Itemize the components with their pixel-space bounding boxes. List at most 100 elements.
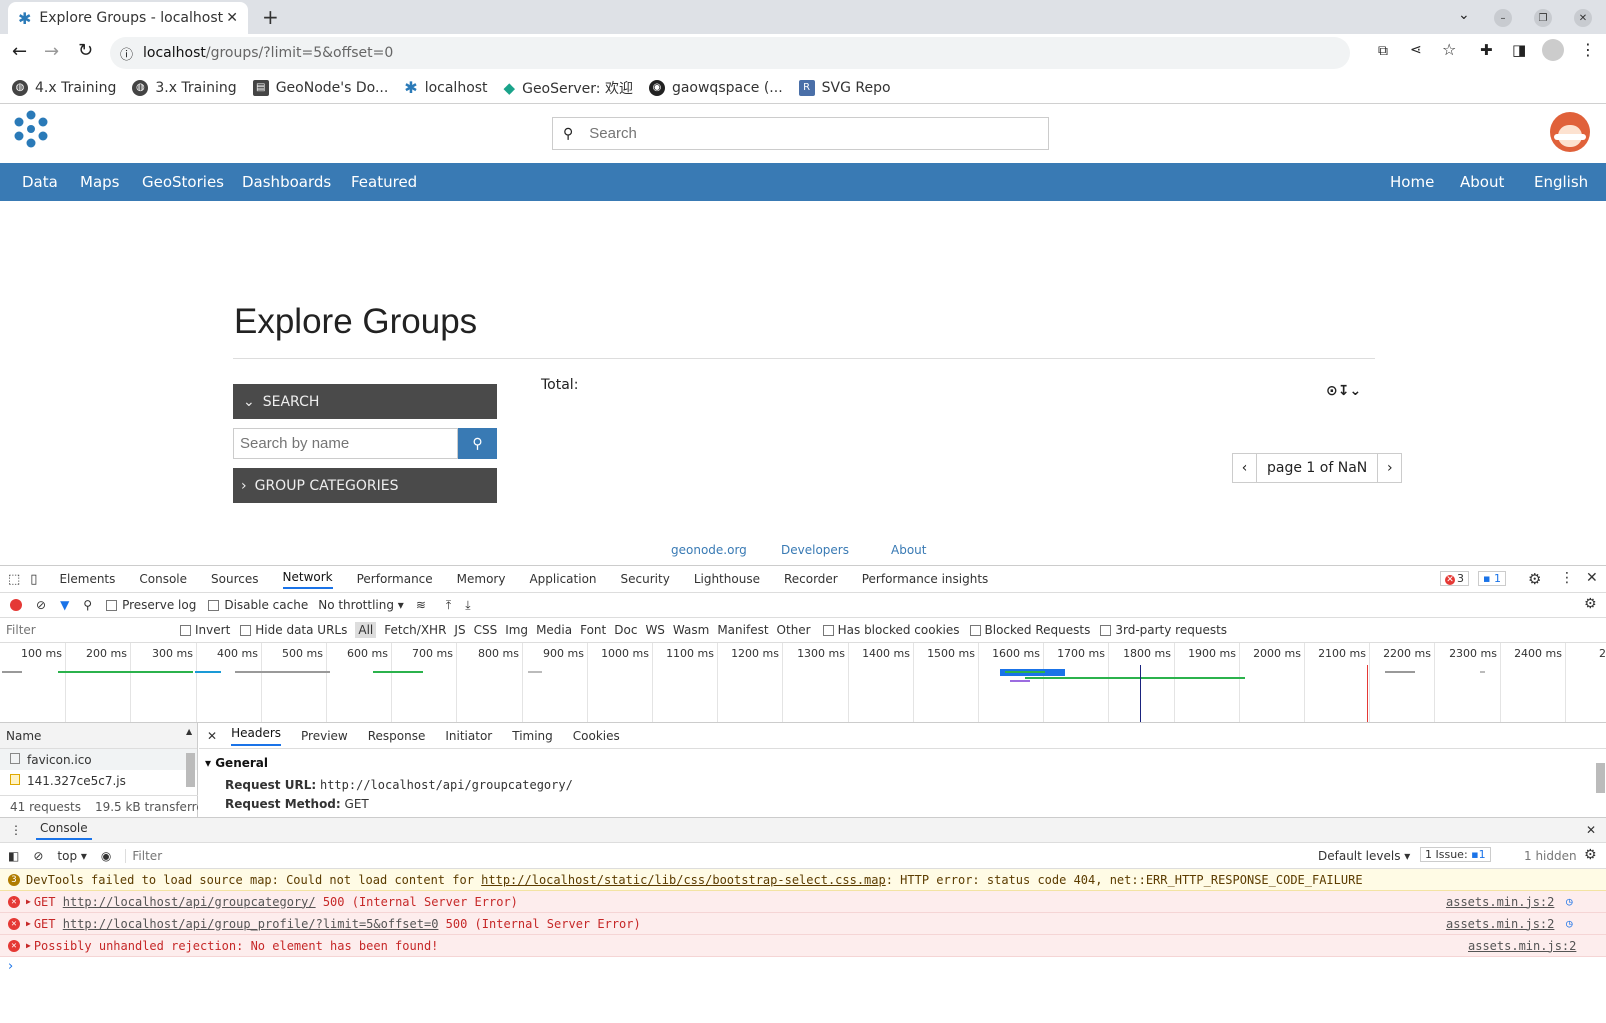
close-tab-icon[interactable]: ✕ [226, 10, 238, 26]
devtools-settings-icon[interactable]: ⚙ [1528, 570, 1541, 588]
scroll-up-icon[interactable]: ▲ [186, 727, 192, 736]
console-filter-input[interactable] [125, 848, 1276, 863]
bookmark-item[interactable]: ✱ localhost [404, 78, 487, 97]
tab-performance-insights[interactable]: Performance insights [862, 572, 989, 586]
filter-icon[interactable]: ▼ [60, 598, 69, 612]
restore-icon[interactable]: ❐ [1534, 9, 1552, 27]
nav-dashboards[interactable]: Dashboards [242, 173, 331, 191]
tab-console[interactable]: Console [139, 572, 187, 586]
tab-elements[interactable]: Elements [59, 572, 115, 586]
expand-arrow-icon[interactable]: ▶ [26, 941, 31, 950]
message-link[interactable]: http://localhost/api/group_profile/?limi… [63, 917, 439, 931]
disable-cache-checkbox[interactable] [208, 599, 220, 611]
group-categories-toggle[interactable]: › GROUP CATEGORIES [233, 468, 497, 503]
type-filter-doc[interactable]: Doc [614, 623, 637, 637]
inspect-element-icon[interactable]: ⬚ [8, 572, 20, 587]
type-filter-js[interactable]: JS [454, 623, 465, 637]
console-sidebar-icon[interactable]: ◧ [8, 849, 19, 863]
bookmark-item[interactable]: R SVG Repo [798, 79, 891, 96]
drawer-tab-console[interactable]: Console [36, 821, 92, 840]
details-tab-initiator[interactable]: Initiator [445, 729, 492, 743]
devtools-close-icon[interactable]: ✕ [1586, 570, 1598, 586]
details-scrollbar[interactable] [1596, 763, 1605, 793]
context-select[interactable]: top ▾ [57, 849, 87, 863]
footer-link-about[interactable]: About [891, 543, 926, 557]
tab-performance[interactable]: Performance [357, 572, 433, 586]
side-panel-icon[interactable]: ◨ [1512, 41, 1526, 59]
nav-language[interactable]: English [1534, 173, 1588, 191]
details-tab-headers[interactable]: Headers [231, 726, 282, 746]
back-icon[interactable]: ← [12, 41, 27, 62]
tab-memory[interactable]: Memory [457, 572, 506, 586]
forward-icon[interactable]: → [44, 41, 59, 62]
invert-checkbox[interactable] [180, 624, 191, 636]
site-search-box[interactable]: ⚲ [552, 117, 1049, 150]
network-conditions-icon[interactable]: ≋ [416, 598, 426, 612]
search-by-name-field[interactable] [233, 428, 458, 459]
network-panel-icon[interactable]: ◷ [1566, 917, 1573, 930]
bookmark-item[interactable]: ▤ GeoNode's Do... [252, 79, 388, 96]
minimize-icon[interactable]: – [1494, 9, 1512, 27]
bookmark-item[interactable]: ◆ GeoServer: 欢迎 [504, 78, 633, 98]
tab-search-icon[interactable]: ⌄ [1458, 7, 1470, 23]
browser-tab[interactable]: ✱ Explore Groups - localhost ✕ [8, 2, 248, 34]
type-filter-img[interactable]: Img [505, 623, 528, 637]
tab-application[interactable]: Application [529, 572, 596, 586]
tab-sources[interactable]: Sources [211, 572, 258, 586]
network-timeline-overview[interactable]: 100 ms 200 ms 300 ms 400 ms 500 ms 600 ms 700 … [0, 643, 1606, 723]
console-error-row[interactable]: ✕ ▶ GET http://localhost/api/group_profi… [0, 913, 1606, 935]
tab-security[interactable]: Security [621, 572, 670, 586]
name-column-header[interactable]: Name ▲ [0, 723, 197, 749]
network-search-icon[interactable]: ⚲ [83, 598, 92, 612]
clear-icon[interactable]: ⊘ [36, 598, 46, 612]
tab-recorder[interactable]: Recorder [784, 572, 838, 586]
type-filter-wasm[interactable]: Wasm [673, 623, 709, 637]
close-window-icon[interactable]: ✕ [1574, 9, 1592, 27]
request-row[interactable]: favicon.ico [0, 749, 197, 770]
nav-featured[interactable]: Featured [351, 173, 417, 191]
nav-data[interactable]: Data [22, 173, 58, 191]
console-error-row[interactable]: ✕ ▶ GET http://localhost/api/groupcatego… [0, 891, 1606, 913]
console-warning-row[interactable]: 3 DevTools failed to load source map: Co… [0, 869, 1606, 891]
details-tab-timing[interactable]: Timing [512, 729, 553, 743]
type-filter-font[interactable]: Font [580, 623, 606, 637]
sort-icon[interactable]: ⊙↧⌄ [1326, 383, 1361, 399]
network-panel-icon[interactable]: ◷ [1566, 895, 1573, 908]
message-link[interactable]: http://localhost/api/groupcategory/ [63, 895, 316, 909]
console-clear-icon[interactable]: ⊘ [33, 849, 43, 863]
drawer-menu-icon[interactable]: ⋮ [10, 823, 22, 837]
nav-geostories[interactable]: GeoStories [142, 173, 224, 191]
default-levels-select[interactable]: Default levels ▾ [1318, 849, 1410, 863]
translate-icon[interactable]: ⧉ [1378, 43, 1388, 59]
console-prompt[interactable]: › [8, 959, 13, 974]
devtools-menu-icon[interactable]: ⋮ [1560, 570, 1574, 586]
message-source[interactable]: assets.min.js:2 [1468, 939, 1576, 953]
console-settings-icon[interactable]: ⚙ [1584, 847, 1597, 863]
new-tab-icon[interactable]: + [262, 5, 279, 29]
message-source[interactable]: assets.min.js:2 [1446, 917, 1554, 931]
hide-data-urls-checkbox[interactable] [240, 624, 252, 636]
tab-network[interactable]: Network [282, 570, 333, 589]
blocked-requests-checkbox[interactable] [969, 624, 981, 636]
footer-link-developers[interactable]: Developers [781, 543, 849, 557]
third-party-checkbox[interactable] [1100, 624, 1112, 636]
reload-icon[interactable]: ↻ [78, 40, 93, 61]
user-avatar[interactable] [1550, 112, 1590, 152]
record-icon[interactable] [10, 599, 22, 611]
type-filter-ws[interactable]: WS [645, 623, 664, 637]
type-filter-media[interactable]: Media [536, 623, 572, 637]
site-search-input[interactable] [589, 125, 1020, 142]
geonode-logo[interactable] [10, 108, 52, 150]
details-tab-response[interactable]: Response [368, 729, 426, 743]
request-row[interactable]: 141.327ce5c7.js [0, 770, 197, 791]
general-section-header[interactable]: ▾ General [199, 749, 1606, 770]
tab-lighthouse[interactable]: Lighthouse [694, 572, 760, 586]
bookmark-item[interactable]: ◉ gaowqspace (... [648, 79, 783, 96]
site-info-icon[interactable]: ⓘ [120, 44, 133, 63]
bookmark-item[interactable]: ◍ 4.x Training [12, 79, 116, 96]
error-count-badge[interactable]: ✕ 3 [1440, 571, 1469, 586]
import-har-icon[interactable]: ⤒ [446, 598, 451, 613]
type-filter-css[interactable]: CSS [474, 623, 498, 637]
device-toolbar-icon[interactable]: ▯ [30, 572, 37, 587]
nav-home[interactable]: Home [1390, 173, 1434, 191]
